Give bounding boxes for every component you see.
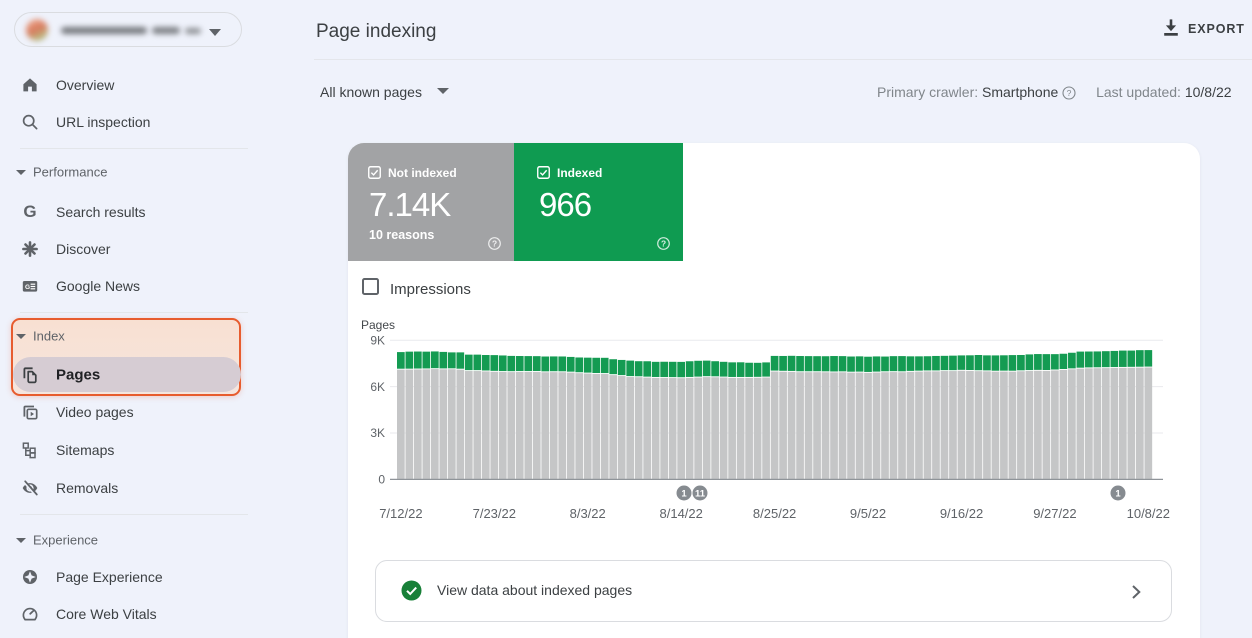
svg-text:8/3/22: 8/3/22 xyxy=(570,506,606,521)
svg-text:?: ? xyxy=(661,238,666,248)
svg-text:1: 1 xyxy=(1115,488,1121,499)
svg-text:G: G xyxy=(25,284,30,291)
svg-text:7/12/22: 7/12/22 xyxy=(379,506,422,521)
svg-text:9/27/22: 9/27/22 xyxy=(1033,506,1076,521)
svg-text:10/8/22: 10/8/22 xyxy=(1127,506,1170,521)
svg-text:?: ? xyxy=(1067,88,1072,98)
svg-text:8/14/22: 8/14/22 xyxy=(660,506,703,521)
svg-text:8/25/22: 8/25/22 xyxy=(753,506,796,521)
svg-text:1: 1 xyxy=(681,488,687,499)
svg-text:9/5/22: 9/5/22 xyxy=(850,506,886,521)
svg-text:?: ? xyxy=(492,238,497,248)
svg-text:7/23/22: 7/23/22 xyxy=(473,506,516,521)
svg-text:0: 0 xyxy=(378,472,385,486)
svg-text:Pages: Pages xyxy=(361,318,395,332)
svg-text:6K: 6K xyxy=(370,380,385,394)
svg-text:9K: 9K xyxy=(370,334,385,348)
svg-text:11: 11 xyxy=(695,488,706,499)
svg-text:9/16/22: 9/16/22 xyxy=(940,506,983,521)
svg-text:3K: 3K xyxy=(370,426,385,440)
